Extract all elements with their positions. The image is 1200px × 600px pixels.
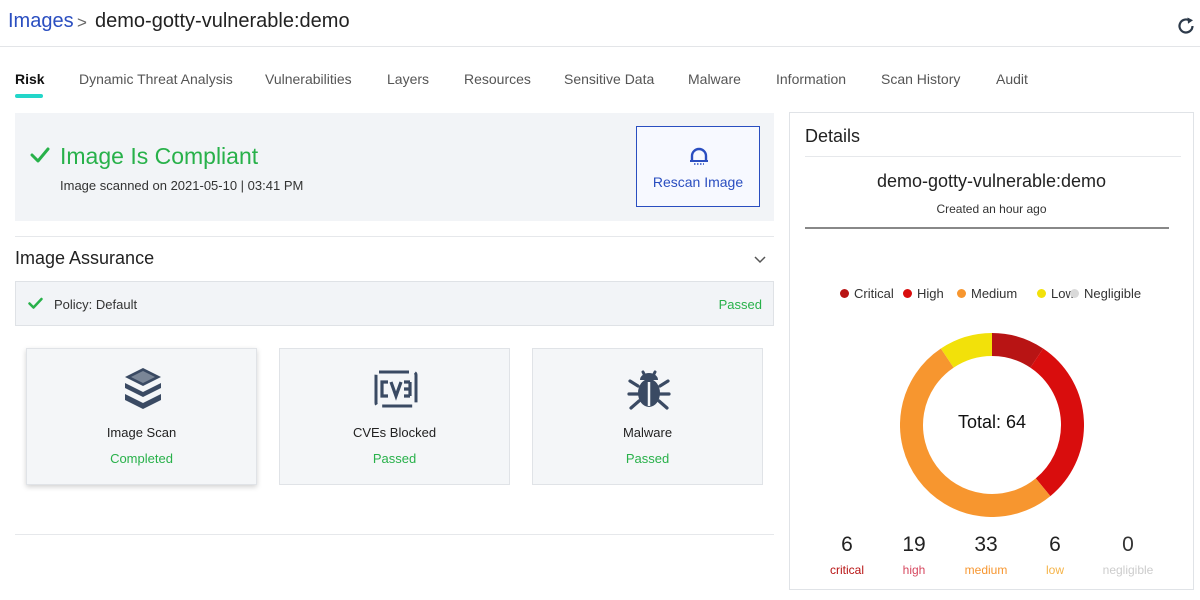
- tab-resources[interactable]: Resources: [464, 71, 531, 87]
- tab-audit[interactable]: Audit: [996, 71, 1028, 87]
- donut-slice-critical[interactable]: [991, 333, 1044, 368]
- chevron-down-icon[interactable]: [753, 252, 767, 266]
- layers-stack-icon: [125, 368, 161, 409]
- refresh-icon[interactable]: [1176, 16, 1196, 36]
- tab-sensitive-data[interactable]: Sensitive Data: [564, 71, 654, 87]
- breadcrumb-images-link[interactable]: Images: [8, 10, 74, 33]
- card-status: Passed: [625, 451, 670, 466]
- legend-label: High: [917, 286, 944, 301]
- count-label: critical: [829, 563, 864, 577]
- legend-dot: [903, 289, 912, 298]
- legend-item-negligible[interactable]: Negligible: [1070, 286, 1141, 301]
- image-assurance-title: Image Assurance: [15, 248, 155, 268]
- section-divider: [15, 534, 774, 535]
- image-name-underline: [805, 227, 1169, 229]
- legend-dot: [1070, 289, 1079, 298]
- tab-malware[interactable]: Malware: [688, 71, 741, 87]
- legend-label: Medium: [971, 286, 1018, 301]
- count-value: 19: [902, 533, 926, 556]
- compliance-title: Image Is Compliant: [60, 143, 259, 169]
- legend-label: Critical: [854, 286, 894, 301]
- count-label: high: [902, 563, 926, 577]
- cve-icon: [374, 370, 418, 408]
- page-title: demo-gotty-vulnerable:demo: [95, 10, 350, 32]
- tab-vulnerabilities[interactable]: Vulnerabilities: [265, 71, 352, 87]
- scan-timestamp: Image scanned on 2021-05-10 | 03:41 PM: [60, 178, 304, 193]
- compliance-banner: Image Is Compliant Image scanned on 2021…: [15, 113, 774, 221]
- count-value: 6: [1049, 533, 1061, 556]
- legend-item-high[interactable]: High: [903, 286, 944, 301]
- legend-item-medium[interactable]: Medium: [957, 286, 1017, 301]
- rescan-icon: [690, 147, 708, 165]
- card-status: Completed: [110, 451, 173, 466]
- details-panel: Details demo-gotty-vulnerable:demo Creat…: [789, 112, 1194, 590]
- card-title: CVEs Blocked: [352, 425, 437, 440]
- count-negligible: 0 negligible: [1098, 533, 1158, 577]
- count-high: 19 high: [884, 533, 944, 577]
- cves-blocked-card[interactable]: CVEs Blocked Passed: [279, 348, 510, 485]
- page-header: Images > demo-gotty-vulnerable:demo: [0, 0, 1200, 47]
- tab-dynamic-threat-analysis[interactable]: Dynamic Threat Analysis: [79, 71, 233, 87]
- policy-row: Policy: Default Passed: [15, 281, 774, 326]
- details-title: Details: [805, 126, 861, 146]
- image-scan-card[interactable]: Image Scan Completed: [26, 348, 257, 485]
- check-icon: [28, 297, 43, 309]
- tab-risk[interactable]: Risk: [15, 71, 45, 87]
- card-title: Image Scan: [106, 425, 177, 440]
- created-time: Created an hour ago: [936, 202, 1047, 216]
- tab-layers[interactable]: Layers: [387, 71, 429, 87]
- count-label: medium: [964, 563, 1008, 577]
- breadcrumb-separator: >: [77, 13, 87, 32]
- active-tab-indicator: [15, 94, 43, 98]
- legend-dot: [957, 289, 966, 298]
- chart-total: Total: 64: [957, 412, 1027, 432]
- count-value: 0: [1122, 533, 1134, 556]
- tab-information[interactable]: Information: [776, 71, 846, 87]
- section-divider: [15, 236, 774, 237]
- malware-card[interactable]: Malware Passed: [532, 348, 763, 485]
- rescan-image-label: Rescan Image: [652, 174, 744, 190]
- image-name: demo-gotty-vulnerable:demo: [876, 171, 1107, 191]
- count-low: 6 low: [1025, 533, 1085, 577]
- legend-item-critical[interactable]: Critical: [840, 286, 894, 301]
- donut-slice-low[interactable]: [940, 333, 993, 368]
- check-icon: [30, 147, 50, 163]
- legend-dot: [1037, 289, 1046, 298]
- rescan-image-button[interactable]: Rescan Image: [636, 126, 760, 207]
- count-label: negligible: [1102, 563, 1154, 577]
- count-value: 33: [974, 533, 998, 556]
- count-label: low: [1045, 563, 1064, 577]
- card-title: Malware: [622, 425, 673, 440]
- policy-status: Passed: [718, 297, 762, 312]
- count-medium: 33 medium: [956, 533, 1016, 577]
- bug-icon: [627, 370, 671, 410]
- card-status: Passed: [372, 451, 417, 466]
- legend-dot: [840, 289, 849, 298]
- tab-scan-history[interactable]: Scan History: [881, 71, 960, 87]
- policy-label: Policy: Default: [54, 297, 138, 312]
- count-value: 6: [841, 533, 853, 556]
- details-divider: [805, 156, 1181, 157]
- legend-label: Negligible: [1084, 286, 1142, 301]
- count-critical: 6 critical: [817, 533, 877, 577]
